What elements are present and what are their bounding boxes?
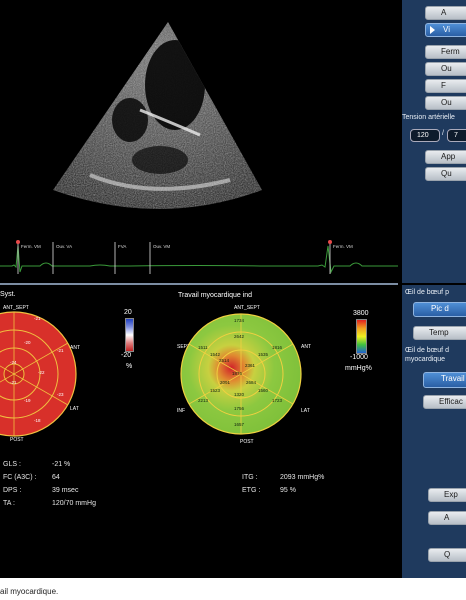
play-icon	[430, 26, 435, 34]
divider	[0, 283, 398, 285]
work-segment-value: 1542	[210, 352, 221, 357]
work-segment-value: 1816	[272, 345, 283, 350]
stat-value: 64	[52, 474, 60, 481]
panel-button[interactable]: Efficac	[423, 395, 466, 409]
work-segment-value: 1560	[258, 388, 269, 393]
strain-color-scale	[125, 318, 134, 352]
strain-segment-value: -23	[57, 392, 64, 397]
tension-label: Tension artérielle	[402, 114, 455, 121]
strain-segment-value: -24	[10, 360, 17, 365]
strain-scale-max: 20	[124, 309, 132, 316]
strain-segment-value: -21	[34, 316, 41, 321]
panel-button[interactable]: Ou	[425, 96, 466, 110]
work-segment-value: 2091	[220, 380, 231, 385]
stat-value: 120/70 mmHg	[52, 500, 96, 507]
panel-button[interactable]: Ferm	[425, 45, 466, 59]
app-window: Ferm. VM Ouv. VA FVA Ouv. VM Ferm. VM A …	[0, 0, 466, 578]
panel-button[interactable]: Ou	[425, 62, 466, 76]
panel-button[interactable]: Temp	[413, 326, 466, 340]
strain-segment-value: -21	[57, 348, 64, 353]
stat-label: TA :	[3, 500, 15, 507]
work-segment-value: 1734	[234, 318, 245, 323]
work-label-bottom: POST	[240, 439, 254, 445]
work-segment-value: 2361	[245, 363, 256, 368]
work-segment-value: 1523	[210, 388, 221, 393]
panel-button[interactable]: Exp	[428, 488, 466, 502]
stat-label: ITG :	[242, 474, 258, 481]
ecg-marker-label: Ouv. VA	[56, 244, 73, 249]
panel-button[interactable]: Q	[428, 548, 466, 562]
tension-diastolic-input[interactable]: 7	[447, 129, 466, 142]
strain-segment-value: -22	[38, 370, 45, 375]
work-segment-value: 1876	[232, 371, 243, 376]
ecg-marker-label: Ferm. VM	[21, 244, 41, 249]
stat-label: GLS :	[3, 461, 21, 468]
section-title: myocardique	[405, 356, 446, 363]
work-segment-value: 2642	[234, 334, 245, 339]
strain-segment-value: -18	[34, 418, 41, 423]
panel-button[interactable]: A	[425, 6, 466, 20]
strain-segment-value: -20	[24, 340, 31, 345]
ecg-marker-label: Ouv. VM	[153, 244, 171, 249]
work-segment-value: 1657	[234, 422, 245, 427]
work-label-right: LAT	[301, 408, 310, 414]
panel-button-selected[interactable]: Travail m	[423, 372, 466, 388]
panel-button[interactable]: App	[425, 150, 466, 164]
strain-title: Syst.	[0, 291, 16, 298]
section-title: Œil de bœuf p	[405, 289, 449, 296]
strain-scale-unit: %	[126, 363, 133, 370]
stat-value: -21 %	[52, 461, 71, 468]
work-label-right: ANT	[301, 344, 311, 350]
panel-button[interactable]: A	[428, 511, 466, 525]
work-scale-unit: mmHg%	[345, 365, 372, 372]
work-segment-value: 2514	[219, 358, 230, 363]
work-color-scale	[356, 319, 367, 354]
tension-separator: /	[442, 130, 444, 137]
work-scale-max: 3800	[353, 310, 369, 317]
stat-value: 95 %	[280, 487, 296, 494]
work-segment-value: 1320	[234, 392, 245, 397]
work-segment-value: 1756	[234, 406, 245, 411]
ecg-marker-label: FVA	[118, 244, 127, 249]
strain-segment-value: -21	[10, 380, 17, 385]
stat-label: ETG :	[242, 487, 261, 494]
work-title: Travail myocardique ind	[178, 292, 253, 299]
stat-label: DPS :	[3, 487, 22, 494]
work-scale-min: -1000	[350, 354, 368, 361]
figure-caption: ail myocardique.	[0, 587, 59, 596]
work-segment-value: 2684	[246, 380, 257, 385]
stat-label: FC (A3C) :	[3, 474, 37, 481]
ecg-marker-label: Ferm. VM	[333, 244, 353, 249]
stat-value: 2093 mmHg%	[280, 474, 325, 481]
panel-button-selected[interactable]: Pic d	[413, 302, 466, 317]
panel-button[interactable]: F	[425, 79, 466, 93]
echo-image	[53, 22, 262, 209]
work-segment-value: 2213	[198, 398, 209, 403]
stat-value: 39 msec	[52, 487, 79, 494]
work-segment-value: 1723	[272, 398, 283, 403]
section-title: Œil de bœuf d	[405, 347, 449, 354]
strain-segment-value: -19	[24, 398, 31, 403]
strain-scale-min: -20	[121, 352, 132, 359]
work-segment-value: 1511	[198, 345, 208, 350]
work-segment-value: 1535	[258, 352, 269, 357]
tension-systolic-input[interactable]: 120	[410, 129, 440, 142]
panel-button[interactable]: Qu	[425, 167, 466, 181]
